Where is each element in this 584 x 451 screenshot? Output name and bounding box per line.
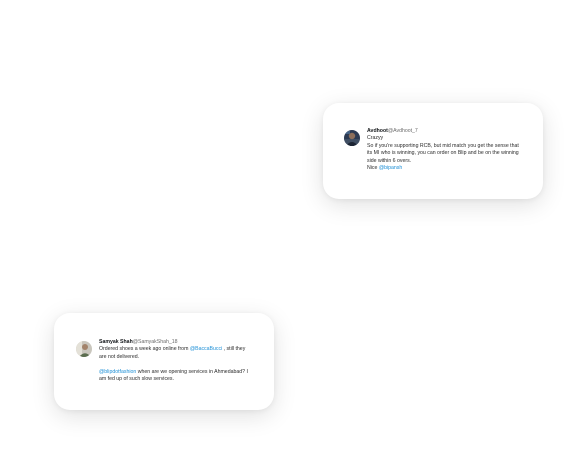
tweet-header: Samyak Shah@SamyakShah_18: [99, 339, 254, 346]
tweet-line: So if you're supporting RCB, but mid mat…: [367, 142, 519, 164]
mention-link[interactable]: @BaccaBucci: [190, 346, 222, 352]
user-handle[interactable]: @SamyakShah_18: [133, 339, 178, 345]
tweet-row: Avdhoot@Avdhoot_7 Crazyy So if you're su…: [344, 128, 523, 173]
avatar-samyak-icon: [76, 341, 92, 357]
tweet-header: Avdhoot@Avdhoot_7: [367, 128, 523, 135]
tweet-content: Samyak Shah@SamyakShah_18 Ordered shoes …: [99, 339, 254, 384]
tweet-text: Ordered shoes a week ago online from: [99, 346, 190, 352]
tweet-paragraph: Ordered shoes a week ago online from @Ba…: [99, 346, 254, 361]
tweet-body: Ordered shoes a week ago online from @Ba…: [99, 346, 254, 384]
user-name[interactable]: Samyak Shah: [99, 339, 133, 345]
avatar[interactable]: [76, 341, 92, 357]
tweet-card-samyak: Samyak Shah@SamyakShah_18 Ordered shoes …: [54, 313, 274, 410]
tweet-text: Nice: [367, 165, 379, 172]
avatar[interactable]: [344, 130, 360, 146]
tweet-line: Nice @bipansh: [367, 165, 523, 173]
page: Avdhoot@Avdhoot_7 Crazyy So if you're su…: [0, 0, 584, 451]
avatar-avdhoot-icon: [344, 130, 360, 146]
mention-link[interactable]: @bipansh: [379, 165, 402, 171]
user-handle[interactable]: @Avdhoot_7: [388, 128, 418, 134]
tweet-line: Crazyy: [367, 135, 384, 141]
tweet-row: Samyak Shah@SamyakShah_18 Ordered shoes …: [76, 339, 254, 384]
mention-link[interactable]: @blipdotfashion: [99, 369, 136, 375]
tweet-card-avdhoot: Avdhoot@Avdhoot_7 Crazyy So if you're su…: [323, 103, 543, 199]
tweet-content: Avdhoot@Avdhoot_7 Crazyy So if you're su…: [367, 128, 523, 173]
tweet-paragraph: @blipdotfashion when are we opening serv…: [99, 369, 254, 384]
tweet-body: Crazyy So if you're supporting RCB, but …: [367, 135, 523, 173]
user-name[interactable]: Avdhoot: [367, 128, 388, 134]
